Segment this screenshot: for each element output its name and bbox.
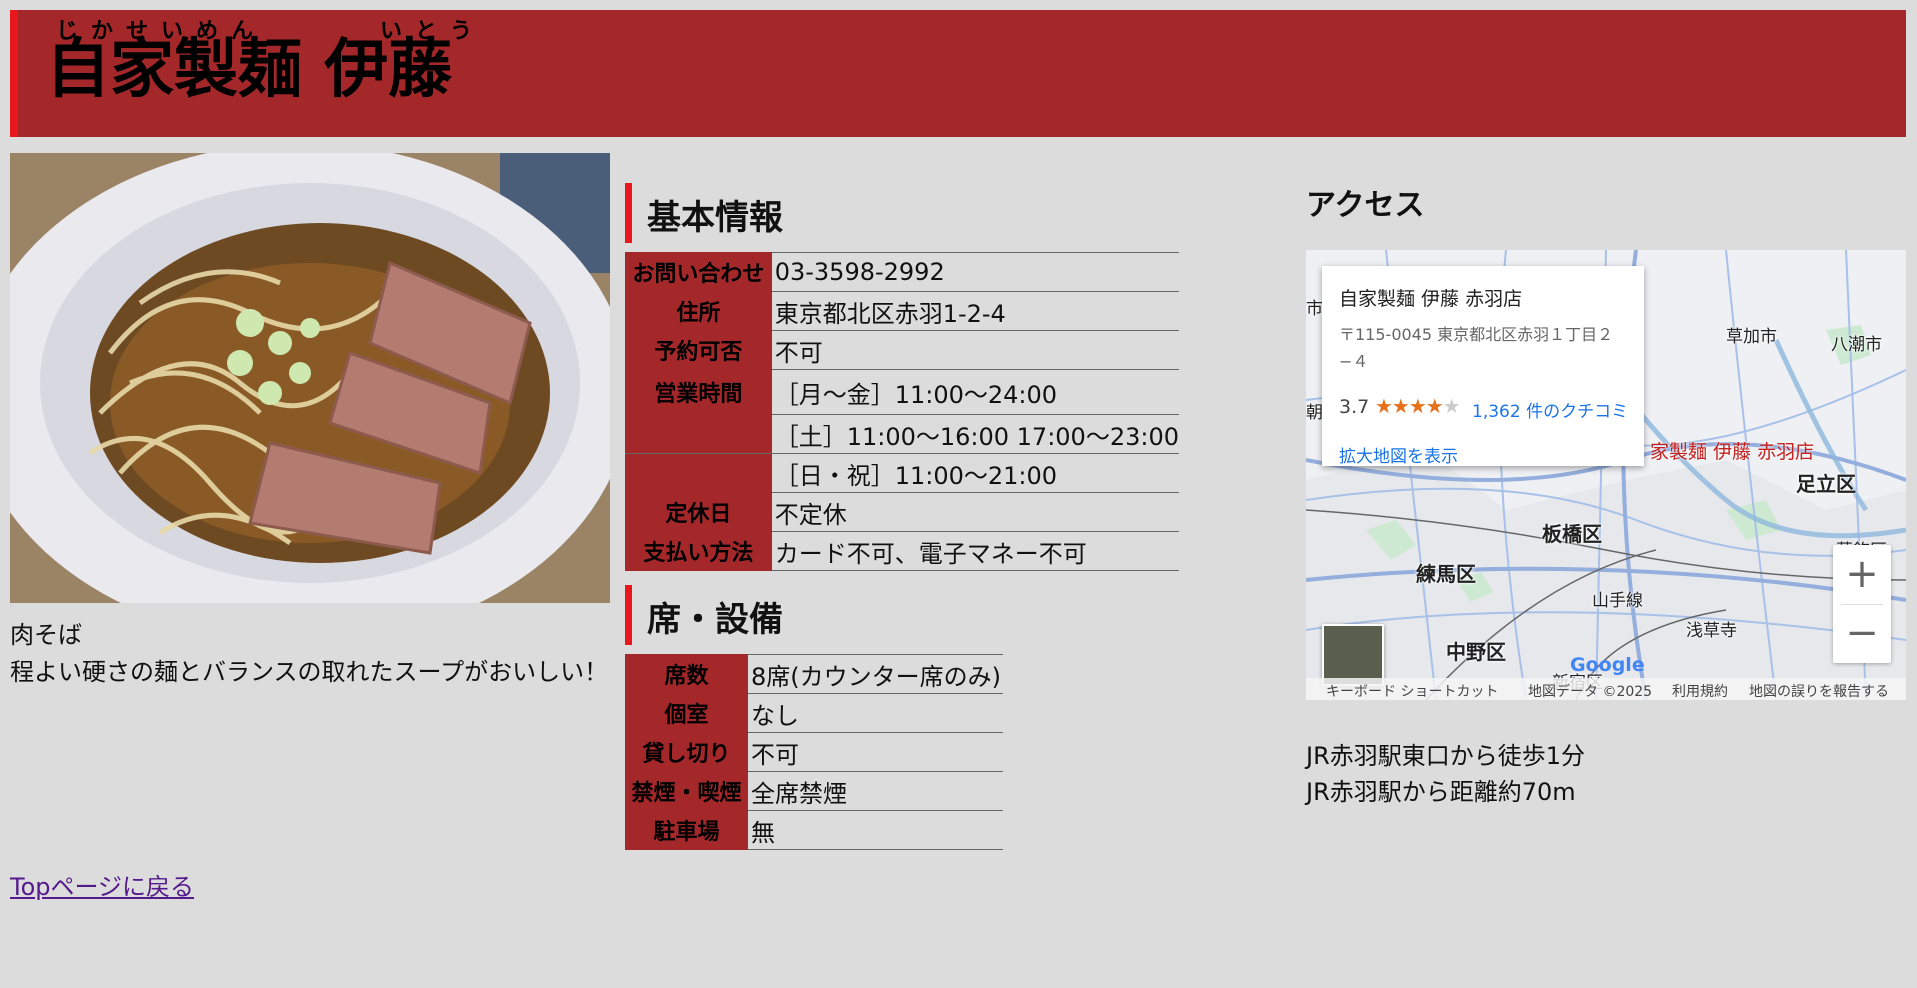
table-row: 駐車場 無 — [625, 810, 1003, 850]
zoom-in-button[interactable]: + — [1833, 545, 1891, 604]
table-row: 定休日 不定休 — [625, 492, 1179, 532]
google-logo: Google — [1570, 654, 1645, 676]
seat-label-charter: 貸し切り — [625, 732, 748, 772]
star-icon: ★★★ — [1375, 394, 1427, 418]
map-attribution-bar: キーボード ショートカット 地図データ ©2025 利用規約 地図の誤りを報告す… — [1306, 678, 1906, 700]
info-label-address: 住所 — [625, 291, 772, 331]
seat-value-parking: 無 — [748, 810, 1003, 850]
zoom-out-button[interactable]: − — [1833, 604, 1891, 663]
map-label-adachi: 足立区 — [1796, 472, 1856, 496]
info-value-reservation: 不可 — [771, 330, 1179, 370]
seat-label-smoking: 禁煙・喫煙 — [625, 771, 748, 811]
map-label-itabashi: 板橋区 — [1542, 522, 1602, 546]
half-star-icon: ★ — [1425, 394, 1444, 418]
report-error-link[interactable]: 地図の誤りを報告する — [1749, 681, 1889, 700]
page-title: 自家製麺 伊藤 — [46, 33, 453, 107]
table-row: 貸し切り 不可 — [625, 732, 1003, 772]
terms-link[interactable]: 利用規約 — [1672, 681, 1728, 700]
seat-value-charter: 不可 — [748, 732, 1003, 772]
info-value-closed: 不定休 — [771, 492, 1179, 532]
info-value-hours-saturday: ［土］11:00～16:00 17:00～23:00 — [771, 414, 1179, 454]
photo-caption-title: 肉そば — [10, 621, 82, 649]
info-label-payment: 支払い方法 — [625, 531, 772, 571]
map-label-nakano: 中野区 — [1446, 640, 1506, 664]
access-heading: アクセス — [1306, 188, 1425, 223]
map-label-shi: 市 — [1306, 299, 1323, 319]
view-larger-map-link[interactable]: 拡大地図を表示 — [1339, 442, 1458, 467]
seat-label-parking: 駐車場 — [625, 810, 748, 850]
table-row: お問い合わせ 03-3598-2992 — [625, 252, 1179, 292]
place-address: 〒115-0045 東京都北区赤羽１丁目２−４ — [1339, 325, 1614, 371]
info-label-closed: 定休日 — [625, 492, 772, 532]
seat-value-count: 8席(カウンター席のみ) — [748, 654, 1003, 694]
back-to-top-link[interactable]: Topページに戻る — [10, 867, 194, 902]
access-line-2: JR赤羽駅から距離約70m — [1306, 778, 1576, 806]
info-value-hours-weekday: ［月～金］11:00～24:00 — [771, 369, 1179, 415]
seat-value-private-room: なし — [748, 693, 1003, 733]
info-value-hours-holiday: ［日・祝］11:00～21:00 — [771, 453, 1179, 493]
place-rating: 3.7 — [1339, 396, 1370, 418]
access-line-1: JR赤羽駅東口から徒歩1分 — [1306, 742, 1586, 770]
table-row: 営業時間 ［月～金］11:00～24:00 — [625, 369, 1179, 415]
table-row: ［日・祝］11:00～21:00 — [625, 453, 1179, 493]
reviews-link[interactable]: 1,362 件のクチコミ — [1472, 397, 1628, 422]
zoom-controls: + − — [1833, 545, 1891, 663]
info-label-hours: 営業時間 — [625, 369, 772, 415]
site-header: じかせいめん いとう 自家製麺 伊藤 — [10, 10, 1906, 137]
satellite-toggle-thumbnail[interactable] — [1322, 624, 1384, 686]
map-label-soka: 草加市 — [1726, 327, 1777, 347]
photo-caption-description: 程よい硬さの麺とバランスの取れたスープがおいしい！ — [10, 658, 609, 686]
table-row: 支払い方法 カード不可、電子マネー不可 — [625, 531, 1179, 571]
table-row: 予約可否 不可 — [625, 330, 1179, 370]
table-row: 席数 8席(カウンター席のみ) — [625, 654, 1003, 694]
basic-info-table: お問い合わせ 03-3598-2992 住所 東京都北区赤羽1-2-4 予約可否… — [625, 252, 1179, 571]
seat-label-count: 席数 — [625, 654, 748, 694]
map-label-aki: 朝 — [1306, 403, 1323, 423]
table-row: 禁煙・喫煙 全席禁煙 — [625, 771, 1003, 811]
keyboard-shortcuts-link[interactable]: キーボード ショートカット — [1326, 681, 1498, 700]
map-label-nerima: 練馬区 — [1416, 562, 1476, 586]
basic-info-heading: 基本情報 — [625, 183, 783, 243]
seat-label-private-room: 個室 — [625, 693, 748, 733]
info-value-payment: カード不可、電子マネー不可 — [771, 531, 1179, 571]
map-label-yashio: 八潮市 — [1831, 335, 1882, 355]
map-label-asakusa: 浅草寺 — [1686, 621, 1737, 641]
place-name: 自家製麺 伊藤 赤羽店 — [1339, 288, 1523, 310]
zoom-divider — [1841, 604, 1883, 605]
info-label-hours-blank — [625, 414, 772, 454]
ramen-photo — [10, 153, 610, 603]
map-shop-label[interactable]: 家製麺 伊藤 赤羽店 — [1650, 437, 1814, 464]
seats-heading: 席・設備 — [625, 585, 783, 645]
info-label-hours-blank — [625, 453, 772, 493]
table-row: 個室 なし — [625, 693, 1003, 733]
seat-value-smoking: 全席禁煙 — [748, 771, 1003, 811]
place-info-card: 自家製麺 伊藤 赤羽店 〒115-0045 東京都北区赤羽１丁目２−４ 3.7 … — [1322, 266, 1644, 467]
table-row: 住所 東京都北区赤羽1-2-4 — [625, 291, 1179, 331]
info-label-contact: お問い合わせ — [625, 252, 772, 292]
info-value-address: 東京都北区赤羽1-2-4 — [771, 291, 1179, 331]
seats-table: 席数 8席(カウンター席のみ) 個室 なし 貸し切り 不可 禁煙・喫煙 全席禁煙… — [625, 654, 1003, 850]
info-label-reservation: 予約可否 — [625, 330, 772, 370]
info-value-phone: 03-3598-2992 — [771, 252, 1179, 292]
star-rating-icon: ★★★★★ — [1375, 394, 1461, 418]
table-row: ［土］11:00～16:00 17:00～23:00 — [625, 414, 1179, 454]
google-map[interactable]: 足立区 板橋区 練馬区 中野区 浅草寺 新宿区 草加市 八潮市 山手線 市 朝 … — [1306, 250, 1906, 700]
map-data-attribution: 地図データ ©2025 — [1528, 684, 1653, 700]
star-empty-icon: ★ — [1442, 394, 1461, 418]
map-label-yamanote: 山手線 — [1592, 591, 1643, 611]
